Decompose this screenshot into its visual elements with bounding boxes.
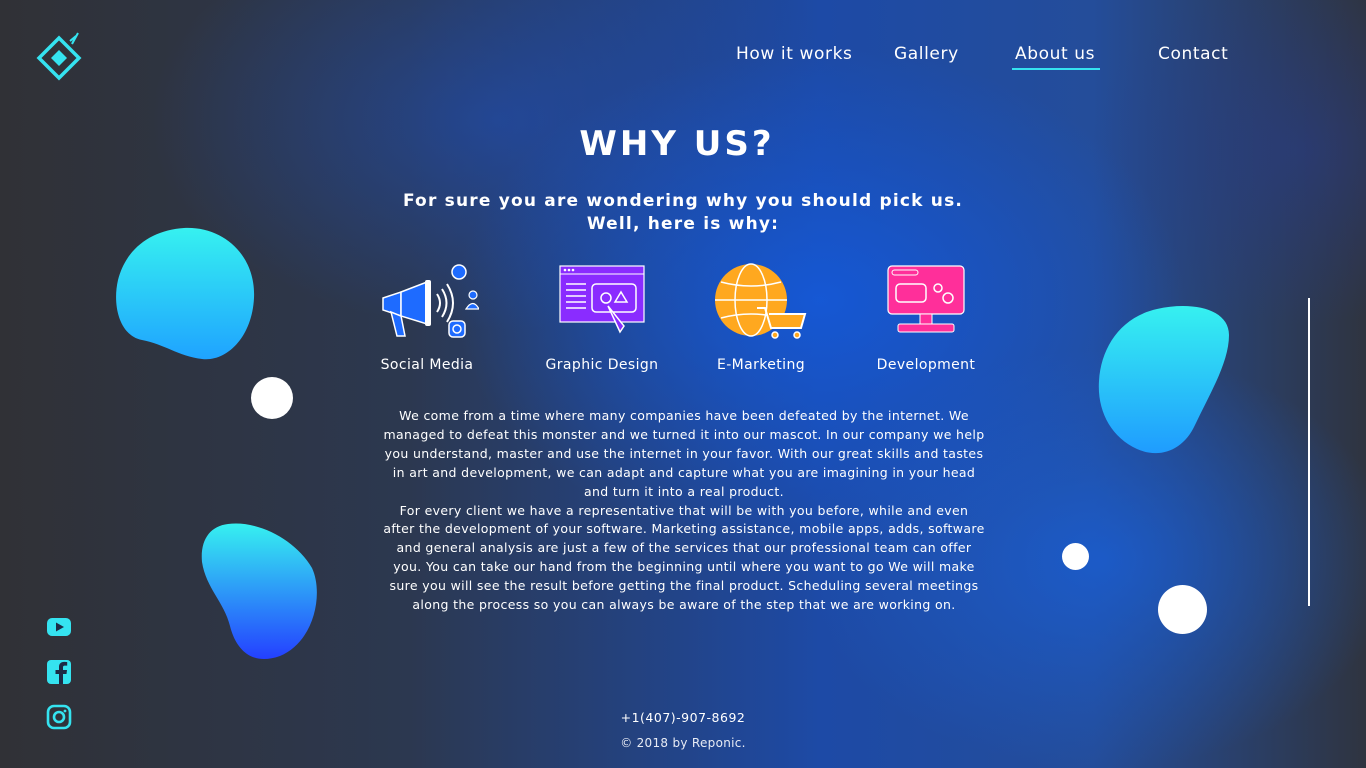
footer-copyright: © 2018 by Reponic.: [620, 736, 746, 750]
service-label: Social Media: [380, 357, 474, 373]
service-e-marketing[interactable]: E-Marketing: [686, 262, 836, 373]
decorative-dot: [251, 377, 293, 419]
about-paragraph-2: For every client we have a representativ…: [383, 502, 985, 613]
nav-gallery[interactable]: Gallery: [894, 44, 959, 64]
service-development[interactable]: Development: [851, 262, 1001, 373]
decorative-dot: [1158, 585, 1207, 634]
nav-contact[interactable]: Contact: [1158, 44, 1228, 64]
decorative-dot: [1062, 543, 1089, 570]
subtitle-line-2: Well, here is why:: [586, 214, 780, 234]
monitor-icon: [887, 265, 965, 333]
page: How it works Gallery About us Contact WH…: [0, 0, 1366, 768]
service-label: E-Marketing: [716, 357, 806, 373]
decorative-blob: [116, 227, 255, 360]
nav-how-it-works[interactable]: How it works: [736, 44, 852, 64]
footer-phone[interactable]: +1(407)-907-8692: [0, 710, 1366, 725]
about-paragraph-1: We come from a time where many companies…: [383, 408, 985, 499]
page-title: WHY US?: [579, 124, 775, 164]
decorative-blob: [201, 523, 317, 660]
service-label: Graphic Design: [545, 357, 659, 373]
megaphone-icon: [382, 264, 479, 338]
nav-active-indicator: [1012, 68, 1100, 70]
vertical-scroll-indicator: [1308, 298, 1310, 606]
subtitle-line-1: For sure you are wondering why you shoul…: [402, 191, 964, 211]
design-window-icon: [559, 265, 645, 334]
nav-about-us[interactable]: About us: [1015, 44, 1095, 64]
globe-cart-icon: [715, 263, 807, 339]
service-label: Development: [876, 357, 976, 373]
facebook-icon[interactable]: [46, 659, 72, 685]
decorative-blob: [1098, 306, 1229, 454]
youtube-icon[interactable]: [46, 614, 72, 640]
about-description: We come from a time where many companies…: [383, 407, 985, 615]
service-graphic-design[interactable]: Graphic Design: [527, 262, 677, 373]
logo-icon[interactable]: [34, 30, 84, 82]
page-subtitle: For sure you are wondering why you shoul…: [383, 190, 983, 236]
service-social-media[interactable]: Social Media: [352, 262, 502, 373]
